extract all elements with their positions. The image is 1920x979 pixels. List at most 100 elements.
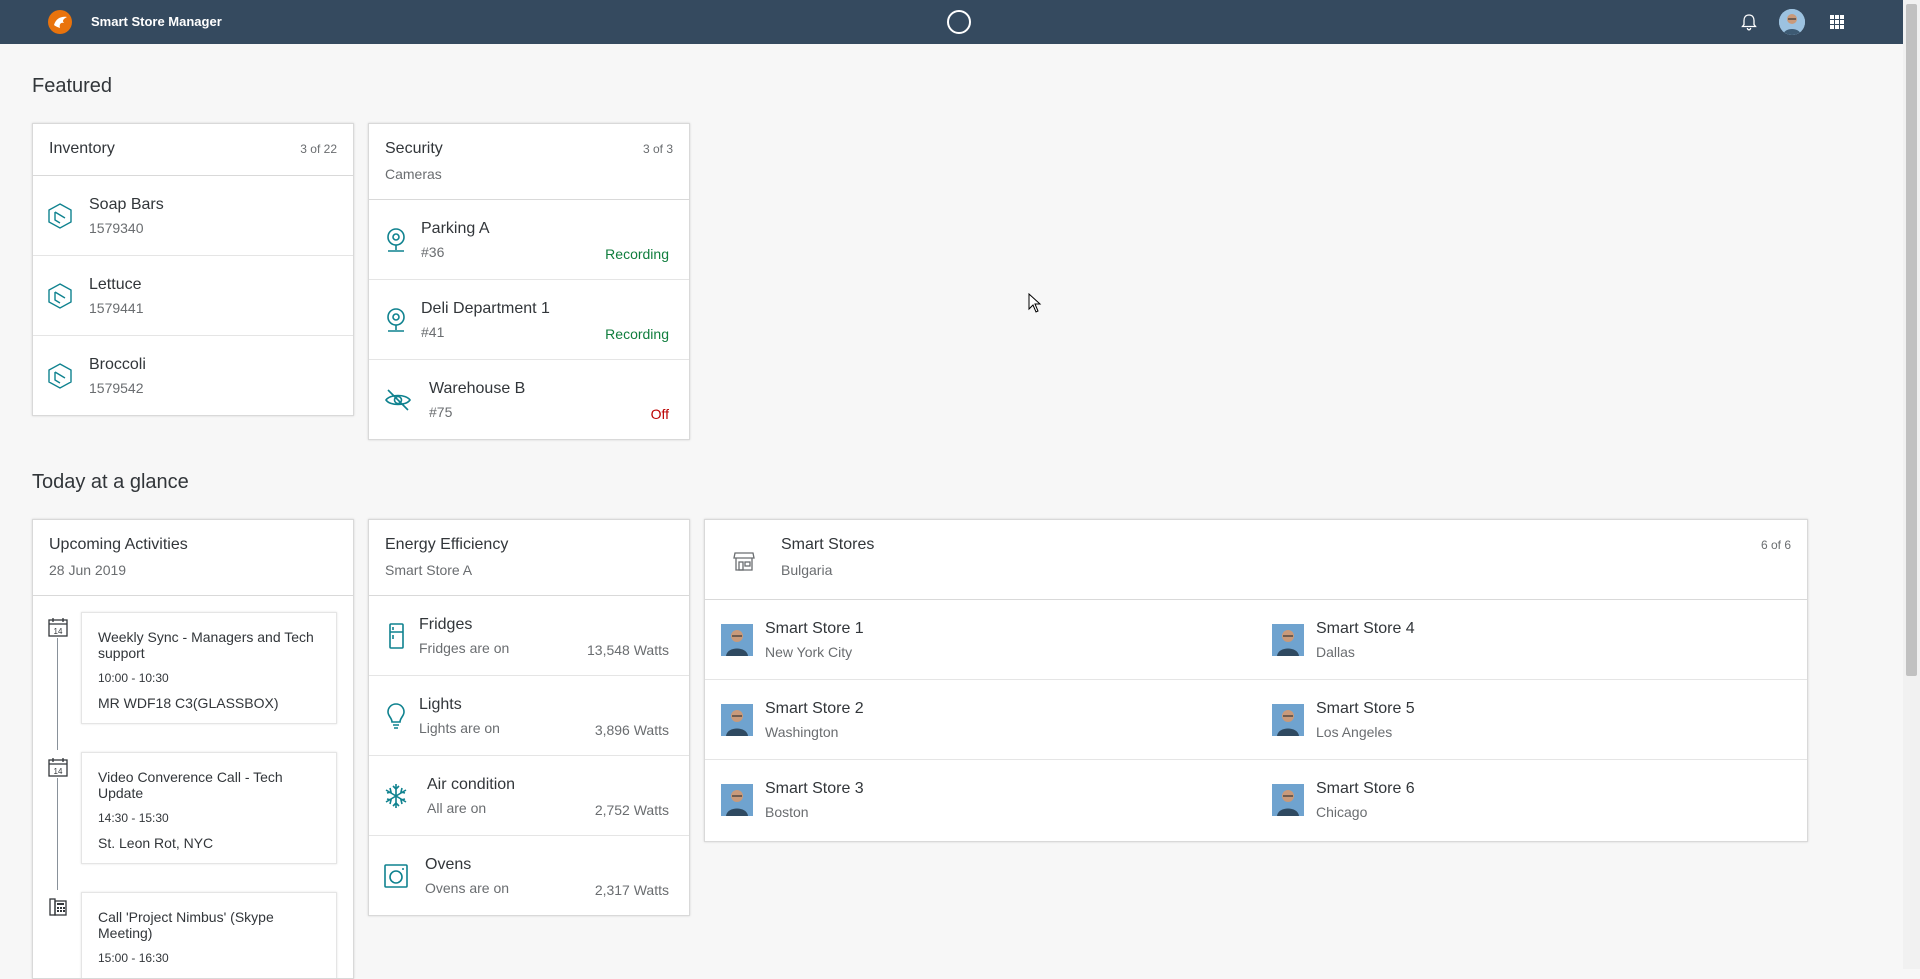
store-avatar — [721, 784, 753, 816]
timeline-connector — [57, 638, 58, 750]
activity-time: 14:30 - 15:30 — [98, 811, 169, 825]
inventory-card-header[interactable]: Inventory 3 of 22 — [33, 124, 353, 176]
energy-item-name: Lights — [419, 696, 462, 713]
fridge-icon — [389, 623, 404, 649]
product-box-icon — [48, 203, 72, 229]
inventory-item[interactable]: Soap Bars 1579340 — [33, 176, 353, 256]
oven-icon — [384, 864, 408, 888]
energy-item-desc: Lights are on — [419, 720, 500, 736]
camera-status: Off — [650, 406, 669, 422]
activity-item[interactable]: Video Converence Call - Tech Update 14:3… — [81, 752, 337, 864]
store-city: Boston — [765, 804, 809, 820]
energy-item-value: 13,548 Watts — [587, 642, 669, 658]
lightbulb-icon — [387, 703, 405, 729]
shell-bar: Smart Store Manager — [0, 0, 1920, 44]
smart-stores-card-header[interactable]: Smart Stores Bulgaria 6 of 6 — [705, 520, 1807, 600]
activities-card-subtitle: 28 Jun 2019 — [49, 562, 127, 578]
security-card-title: Security — [385, 140, 443, 157]
smart-stores-grid: Smart Store 1 New York City Smart Store … — [705, 600, 1807, 840]
energy-item[interactable]: Ovens Ovens are on 2,317 Watts — [369, 836, 689, 916]
activity-location: St. Leon Rot, NYC — [98, 835, 214, 851]
energy-card: Energy Efficiency Smart Store A Fridges … — [368, 519, 690, 916]
inventory-item-id: 1579340 — [89, 220, 144, 236]
store-name: Smart Store 3 — [765, 780, 864, 797]
store-city: New York City — [765, 644, 853, 660]
security-card: Security Cameras 3 of 3 Parking A #36 Re… — [368, 123, 690, 440]
inventory-card: Inventory 3 of 22 Soap Bars 1579340 Lett… — [32, 123, 354, 416]
inventory-item-id: 1579542 — [89, 380, 144, 396]
inventory-item-name: Lettuce — [89, 276, 142, 293]
energy-item-value: 2,317 Watts — [594, 882, 669, 898]
store-avatar — [721, 704, 753, 736]
energy-item[interactable]: Fridges Fridges are on 13,548 Watts — [369, 596, 689, 676]
camera-status: Recording — [605, 326, 669, 342]
camera-name: Parking A — [421, 220, 490, 237]
camera-off-icon — [385, 389, 411, 411]
activities-card-header[interactable]: Upcoming Activities 28 Jun 2019 — [33, 520, 353, 596]
activity-location: MR WDF18 C3(GLASSBOX) — [98, 695, 279, 711]
energy-card-subtitle: Smart Store A — [385, 562, 473, 578]
store-avatar — [1272, 624, 1304, 656]
store-avatar — [1272, 704, 1304, 736]
energy-item-value: 2,752 Watts — [594, 802, 669, 818]
activity-time: 15:00 - 16:30 — [98, 951, 169, 965]
activities-card: Upcoming Activities 28 Jun 2019 14 Weekl… — [32, 519, 354, 979]
page-scrollbar[interactable] — [1903, 0, 1920, 969]
store-avatar — [1272, 784, 1304, 816]
calendar-icon-day: 14 — [54, 627, 63, 636]
energy-item-desc: Fridges are on — [419, 640, 510, 656]
store-grid-row: Smart Store 3 Boston Smart Store 6 Chica… — [705, 760, 1807, 840]
energy-card-header[interactable]: Energy Efficiency Smart Store A — [369, 520, 689, 596]
store-grid-row: Smart Store 2 Washington Smart Store 5 L… — [705, 680, 1807, 760]
store-city: Washington — [765, 724, 839, 740]
store-item[interactable]: Smart Store 6 Chicago — [1256, 760, 1806, 840]
inventory-card-count: 3 of 22 — [300, 142, 337, 156]
camera-item[interactable]: Parking A #36 Recording — [369, 200, 689, 280]
security-card-header[interactable]: Security Cameras 3 of 3 — [369, 124, 689, 200]
activity-title: Video Converence Call - Tech Update — [98, 769, 283, 801]
camera-item[interactable]: Warehouse B #75 Off — [369, 360, 689, 440]
energy-card-title: Energy Efficiency — [385, 536, 509, 553]
scrollbar-thumb[interactable] — [1906, 4, 1917, 676]
security-card-subtitle: Cameras — [385, 166, 442, 182]
store-item[interactable]: Smart Store 1 New York City — [705, 600, 1255, 680]
calendar-icon: 14 — [48, 758, 68, 777]
camera-icon — [387, 308, 405, 332]
energy-item[interactable]: Lights Lights are on 3,896 Watts — [369, 676, 689, 756]
smart-stores-card: Smart Stores Bulgaria 6 of 6 Smart Store… — [704, 519, 1808, 842]
store-item[interactable]: Smart Store 5 Los Angeles — [1256, 680, 1806, 760]
inventory-item-id: 1579441 — [89, 300, 144, 316]
inventory-item[interactable]: Lettuce 1579441 — [33, 256, 353, 336]
energy-item[interactable]: Air condition All are on 2,752 Watts — [369, 756, 689, 836]
store-item[interactable]: Smart Store 3 Boston — [705, 760, 1255, 840]
camera-id: #41 — [421, 324, 445, 340]
app-grid-icon[interactable] — [1827, 12, 1847, 32]
store-city: Chicago — [1316, 804, 1368, 820]
app-logo-icon[interactable] — [47, 9, 73, 35]
smart-stores-card-subtitle: Bulgaria — [781, 562, 833, 578]
smart-stores-card-title: Smart Stores — [781, 536, 875, 553]
inventory-item[interactable]: Broccoli 1579542 — [33, 336, 353, 416]
inventory-item-name: Soap Bars — [89, 196, 164, 213]
camera-status: Recording — [605, 246, 669, 262]
user-avatar[interactable] — [1779, 9, 1805, 35]
inventory-card-title: Inventory — [49, 140, 115, 157]
store-item[interactable]: Smart Store 2 Washington — [705, 680, 1255, 760]
store-icon — [733, 552, 755, 571]
activity-title: Call 'Project Nimbus' (Skype Meeting) — [98, 909, 274, 941]
store-name: Smart Store 5 — [1316, 700, 1415, 717]
product-box-icon — [48, 283, 72, 309]
today-section-title: Today at a glance — [32, 471, 189, 493]
app-title[interactable]: Smart Store Manager — [91, 14, 222, 29]
energy-item-value: 3,896 Watts — [594, 722, 669, 738]
inventory-item-name: Broccoli — [89, 356, 146, 373]
store-item[interactable]: Smart Store 4 Dallas — [1256, 600, 1806, 680]
camera-item[interactable]: Deli Department 1 #41 Recording — [369, 280, 689, 360]
energy-item-desc: Ovens are on — [425, 880, 510, 896]
timeline-connector — [57, 778, 58, 890]
copilot-icon[interactable] — [946, 9, 972, 35]
notifications-bell-icon[interactable] — [1739, 12, 1759, 32]
activity-item[interactable]: Weekly Sync - Managers and Tech support … — [81, 612, 337, 724]
activity-item[interactable]: Call 'Project Nimbus' (Skype Meeting) 15… — [81, 892, 337, 978]
smart-stores-card-count: 6 of 6 — [1760, 538, 1791, 552]
